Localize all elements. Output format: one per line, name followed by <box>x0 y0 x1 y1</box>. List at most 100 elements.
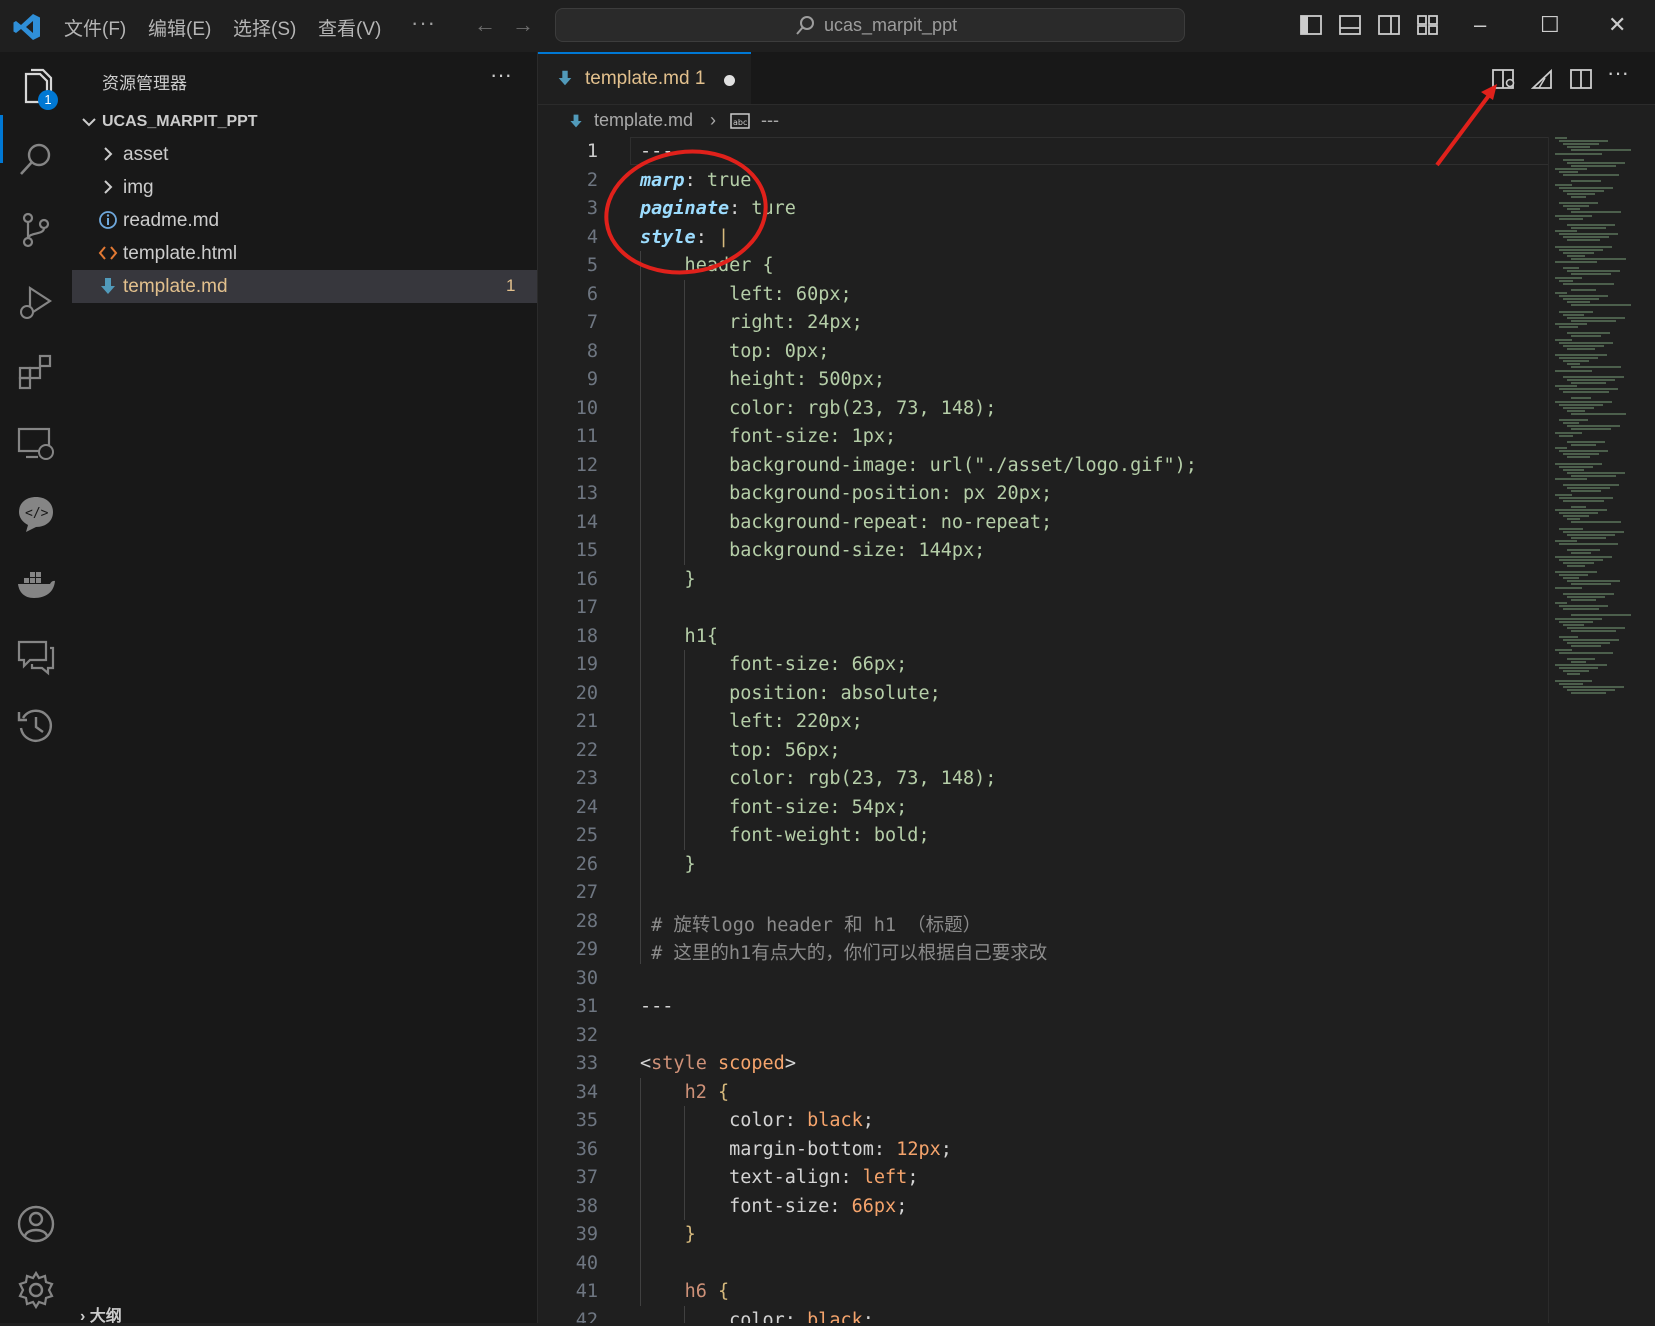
split-editor-icon[interactable] <box>1570 68 1592 90</box>
minimap-line <box>1555 152 1602 155</box>
forward-arrow-icon[interactable]: → <box>512 12 534 38</box>
minimap-line <box>1559 171 1578 174</box>
minimap-line <box>1559 310 1593 313</box>
source-control-button[interactable] <box>16 210 56 250</box>
code-line: color: black; <box>640 1110 874 1131</box>
tree-item-img[interactable]: img <box>72 171 537 204</box>
line-number: 19 <box>575 654 598 675</box>
minimap-line <box>1567 673 1580 676</box>
menu-view[interactable]: 查看(V) <box>318 14 381 41</box>
comments-button[interactable] <box>16 636 56 676</box>
marp-preview-icon[interactable] <box>1531 68 1555 90</box>
code-token: ; <box>896 1195 908 1217</box>
minimize-icon[interactable]: – <box>1474 12 1486 38</box>
close-icon[interactable]: ✕ <box>1608 12 1626 38</box>
docker-icon <box>18 572 55 598</box>
outline-section[interactable]: › 大纲 <box>80 1302 122 1326</box>
explorer-more-button[interactable]: ··· <box>490 62 512 88</box>
code-line: font-size: 66px; <box>640 654 907 675</box>
tree-item-asset[interactable]: asset <box>72 138 537 171</box>
breadcrumb-file[interactable]: template.md <box>594 110 693 131</box>
minimap-line <box>1559 450 1608 453</box>
minimap-line <box>1555 183 1572 186</box>
minimap-line <box>1559 186 1613 189</box>
minimap-line <box>1567 208 1580 211</box>
minimap-line <box>1567 239 1600 242</box>
code-editor[interactable]: 1 --- 2 marp: true 3 paginate: ture 4 style: | 5… <box>538 137 1548 1323</box>
accounts-button[interactable] <box>16 1204 56 1244</box>
back-arrow-icon[interactable]: ← <box>474 12 496 38</box>
minimap-line <box>1563 453 1599 456</box>
minimap-line <box>1559 388 1618 391</box>
toggle-primary-sidebar-icon[interactable] <box>1300 14 1322 36</box>
code-line: position: absolute; <box>640 683 941 704</box>
open-preview-to-side-icon[interactable] <box>1492 68 1516 90</box>
line-number: 23 <box>575 768 598 789</box>
minimap[interactable] <box>1548 137 1655 1323</box>
tree-item-readme[interactable]: readme.md <box>72 204 537 237</box>
tree-item-template-html[interactable]: template.html <box>72 237 537 270</box>
code-token: margin-bottom: <box>640 1138 897 1160</box>
problem-count-badge: 1 <box>506 276 516 295</box>
toggle-secondary-sidebar-icon[interactable] <box>1378 14 1400 36</box>
code-token: h2 <box>684 1081 707 1103</box>
code-token: { <box>717 1081 730 1103</box>
breadcrumb-symbol[interactable]: --- <box>761 110 779 131</box>
extensions-button[interactable] <box>16 354 56 394</box>
string-symbol-icon: abc <box>730 113 750 129</box>
docker-button[interactable] <box>16 564 56 604</box>
tree-item-template-md[interactable]: template.md 1 <box>72 270 537 303</box>
line-number: 12 <box>575 454 598 476</box>
manage-settings-button[interactable] <box>16 1270 56 1310</box>
remote-explorer-button[interactable] <box>16 424 56 464</box>
menu-more-button[interactable]: ··· <box>411 10 436 36</box>
line-number: 39 <box>575 1224 598 1245</box>
run-debug-button[interactable] <box>16 282 56 322</box>
timeline-icon <box>17 709 53 742</box>
minimap-line <box>1555 431 1582 434</box>
active-indicator <box>0 115 3 163</box>
unsaved-dot-icon[interactable] <box>724 75 735 86</box>
minimap-line <box>1571 660 1586 663</box>
line-number: 30 <box>575 967 598 989</box>
minimap-line <box>1567 487 1610 490</box>
minimap-line <box>1559 543 1618 546</box>
line-number: 29 <box>575 939 598 960</box>
vscode-logo-icon <box>13 14 40 40</box>
timeline-button[interactable] <box>16 706 56 746</box>
minimap-line <box>1567 533 1615 536</box>
menu-file[interactable]: 文件(F) <box>64 14 126 41</box>
editor-more-actions-button[interactable]: ··· <box>1607 60 1629 86</box>
code-token: ; <box>907 1167 919 1188</box>
code-token: 12px <box>896 1138 941 1160</box>
minimap-line <box>1567 332 1610 335</box>
tab-template-md[interactable]: template.md 1 <box>538 52 751 104</box>
customize-layout-icon[interactable] <box>1417 14 1439 36</box>
workspace-folder[interactable]: UCAS_MARPIT_PPT <box>80 111 530 137</box>
minimap-line <box>1571 226 1606 229</box>
code-line: margin-bottom: 12px; <box>640 1139 952 1160</box>
minimap-line <box>1571 335 1601 338</box>
code-line: h6 { <box>640 1281 730 1302</box>
minimap-line <box>1571 319 1616 322</box>
code-token: color: <box>640 1110 808 1131</box>
line-number: 36 <box>575 1138 598 1160</box>
menu-edit[interactable]: 编辑(E) <box>148 14 211 41</box>
code-line: <style scoped> <box>640 1053 796 1074</box>
code-chat-button[interactable]: </> <box>16 494 56 534</box>
line-number: 9 <box>586 369 598 390</box>
code-token: scoped <box>717 1053 785 1074</box>
indent-guide <box>640 251 641 964</box>
menu-selection[interactable]: 选择(S) <box>233 14 296 41</box>
line-number: 38 <box>575 1195 598 1217</box>
tree-item-label: readme.md <box>123 210 220 231</box>
maximize-icon[interactable]: ☐ <box>1540 12 1560 38</box>
line-number: 10 <box>575 397 598 419</box>
toggle-panel-icon[interactable] <box>1339 14 1361 36</box>
explorer-button[interactable]: 1 <box>16 68 58 110</box>
minimap-line <box>1567 580 1620 583</box>
command-center-search[interactable]: ucas_marpit_ppt <box>555 8 1185 42</box>
minimap-line <box>1563 174 1619 177</box>
search-button[interactable] <box>16 140 56 180</box>
